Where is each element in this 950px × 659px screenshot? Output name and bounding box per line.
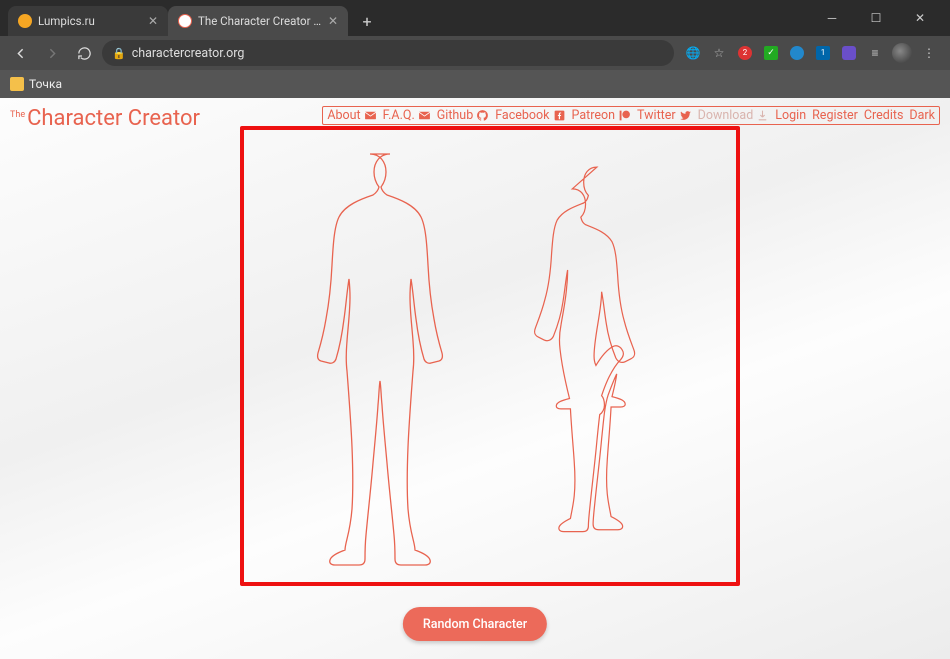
nav-label: Github [437,108,473,123]
folder-icon [10,77,24,91]
mail-icon [364,109,377,122]
nav-download[interactable]: Download [698,108,770,123]
maximize-button[interactable]: ☐ [854,3,898,33]
nav-patreon[interactable]: Patreon [572,108,632,123]
forward-button[interactable] [38,39,66,67]
facebook-icon [553,109,566,122]
ext-icon[interactable] [840,44,858,62]
menu-icon[interactable]: ⋮ [920,44,938,62]
nav-credits[interactable]: Credits [864,108,904,123]
twitter-icon [679,109,692,122]
nav-label: Facebook [495,108,549,123]
ext-icon[interactable]: 1 [814,44,832,62]
ext-icon[interactable]: 2 [736,44,754,62]
url-text: charactercreator.org [132,46,245,61]
bookmark-item[interactable]: Точка [10,77,62,91]
ext-icon[interactable] [788,44,806,62]
patreon-icon [618,109,631,122]
nav-label: Login [775,108,806,123]
male-outline-icon[interactable] [300,146,480,566]
minimize-button[interactable]: ─ [810,3,854,33]
close-window-button[interactable]: ✕ [898,3,942,33]
back-button[interactable] [6,39,34,67]
top-nav: About F.A.Q. Github Facebook Patreon Twi… [322,106,940,125]
nav-facebook[interactable]: Facebook [495,108,565,123]
nav-label: Twitter [637,108,676,123]
github-icon [476,109,489,122]
close-icon[interactable]: ✕ [328,14,338,28]
translate-icon[interactable]: 🌐 [684,44,702,62]
browser-tabs: Lumpics.ru ✕ The Character Creator - Bui… [8,0,810,36]
reading-list-icon[interactable]: ≡ [866,44,884,62]
nav-register[interactable]: Register [812,108,858,123]
nav-label: Dark [909,108,935,123]
new-tab-button[interactable]: + [354,8,380,34]
page-content: TheCharacter Creator About F.A.Q. Github… [0,98,950,659]
bookmark-label: Точка [29,77,62,91]
female-outline-icon[interactable] [510,146,680,566]
nav-faq[interactable]: F.A.Q. [383,108,431,123]
reload-button[interactable] [70,39,98,67]
nav-label: About [327,108,360,123]
logo-prefix: The [10,110,25,120]
nav-github[interactable]: Github [437,108,489,123]
star-icon[interactable]: ☆ [710,44,728,62]
favicon-icon [18,14,32,28]
profile-avatar[interactable] [892,43,912,63]
extension-icons: 🌐 ☆ 2 ✓ 1 ≡ ⋮ [678,43,944,63]
nav-label: Download [698,108,754,123]
tab-title: The Character Creator - Build vis... [198,14,322,28]
character-outlines [244,130,736,582]
mail-icon [418,109,431,122]
browser-tab-charactercreator[interactable]: The Character Creator - Build vis... ✕ [168,6,348,36]
nav-label: F.A.Q. [383,108,415,123]
logo-text: Character Creator [27,106,200,131]
address-bar[interactable]: 🔒 charactercreator.org [102,40,674,66]
site-logo[interactable]: TheCharacter Creator [10,106,200,131]
tab-title: Lumpics.ru [38,14,142,28]
nav-twitter[interactable]: Twitter [637,108,692,123]
window-titlebar: Lumpics.ru ✕ The Character Creator - Bui… [0,0,950,36]
browser-tab-lumpics[interactable]: Lumpics.ru ✕ [8,6,168,36]
bookmarks-bar: Точка [0,70,950,98]
ext-icon[interactable]: ✓ [762,44,780,62]
character-canvas[interactable] [240,126,740,586]
browser-toolbar: 🔒 charactercreator.org 🌐 ☆ 2 ✓ 1 ≡ ⋮ [0,36,950,70]
nav-label: Patreon [572,108,616,123]
nav-label: Credits [864,108,904,123]
lock-icon: 🔒 [112,47,126,60]
nav-login[interactable]: Login [775,108,806,123]
nav-dark[interactable]: Dark [909,108,935,123]
favicon-icon [178,14,192,28]
download-icon [756,109,769,122]
nav-label: Register [812,108,858,123]
nav-about[interactable]: About [327,108,376,123]
random-character-button[interactable]: Random Character [403,607,547,641]
close-icon[interactable]: ✕ [148,14,158,28]
window-controls: ─ ☐ ✕ [810,0,942,36]
